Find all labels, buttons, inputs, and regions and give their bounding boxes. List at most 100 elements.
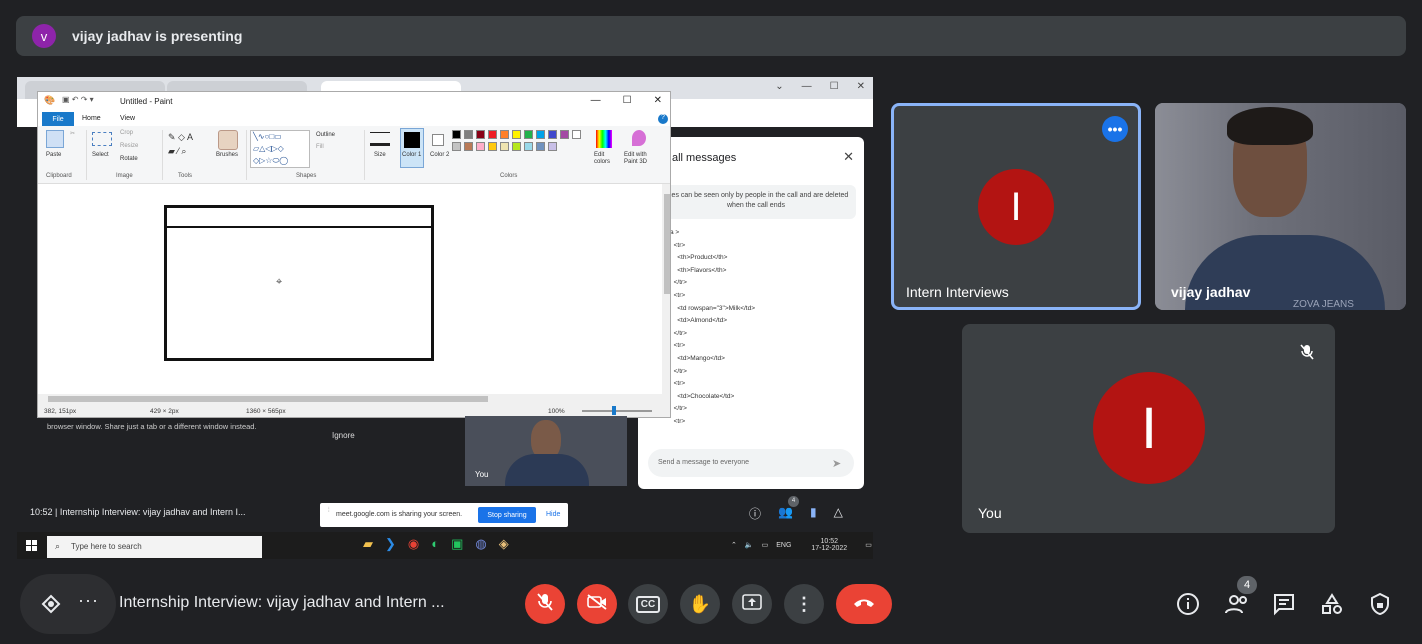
maximize-icon[interactable]: ☐ (830, 81, 839, 92)
volume-icon[interactable]: 🔈 (745, 541, 754, 549)
outline-button[interactable]: Outline (316, 132, 335, 138)
camera-toggle-button[interactable] (577, 584, 617, 624)
palette-swatch[interactable] (452, 130, 461, 139)
palette-swatch[interactable] (488, 130, 497, 139)
meeting-details-icon[interactable] (1176, 592, 1200, 621)
brushes-icon[interactable] (218, 130, 238, 150)
palette-swatch[interactable] (524, 142, 533, 151)
host-controls-icon[interactable] (1368, 592, 1392, 621)
palette-swatch[interactable] (452, 142, 461, 151)
chat-icon[interactable]: ▮ (810, 505, 817, 522)
stop-sharing-button[interactable]: Stop sharing (478, 507, 536, 523)
quick-access-icons[interactable]: ▣ ↶ ↷ ▾ (62, 95, 94, 104)
palette-swatch[interactable] (500, 142, 509, 151)
zoom-slider[interactable] (582, 410, 652, 412)
leave-call-button[interactable] (836, 584, 892, 624)
select-icon[interactable] (92, 132, 112, 146)
participant-tile-you[interactable]: I You (962, 324, 1335, 533)
palette-swatch[interactable] (476, 130, 485, 139)
palette-swatch[interactable] (548, 130, 557, 139)
size-icon[interactable] (370, 132, 390, 146)
palette-swatch[interactable] (488, 142, 497, 151)
palette-swatch[interactable] (464, 142, 473, 151)
more-options-icon[interactable]: ··· (78, 590, 99, 611)
more-options-button[interactable]: ⋮ (784, 584, 824, 624)
battery-icon[interactable]: ▭ (762, 541, 769, 549)
vscode-icon[interactable]: ❯ (385, 536, 396, 552)
color2-swatch[interactable] (432, 134, 444, 146)
captions-button[interactable]: CC (628, 584, 668, 624)
language-indicator[interactable]: ENG (776, 542, 791, 549)
windows-start-icon[interactable] (26, 540, 37, 551)
paint-taskbar-icon[interactable]: ◈ (499, 536, 509, 552)
close-icon[interactable]: ✕ (857, 81, 865, 92)
participant-tile-intern[interactable]: I ••• Intern Interviews (891, 103, 1141, 310)
palette-swatch[interactable] (500, 130, 509, 139)
palette-swatch[interactable] (476, 142, 485, 151)
hide-button[interactable]: Hide (546, 511, 560, 518)
edge-icon[interactable]: ◐ (431, 536, 439, 552)
send-icon[interactable]: ➤ (832, 457, 841, 470)
drag-handle-icon[interactable]: ⦙ (328, 507, 330, 515)
paint3d-icon[interactable] (632, 130, 646, 146)
crop-button[interactable]: Crop (120, 130, 133, 136)
chrome-icon[interactable]: ◉ (408, 536, 419, 552)
zoom-slider-thumb[interactable] (612, 406, 616, 415)
maximize-icon[interactable]: ☐ (623, 95, 632, 106)
paste-icon[interactable] (46, 130, 64, 148)
pycharm-icon[interactable]: ▣ (451, 536, 463, 552)
paint-window-controls[interactable]: — ☐ ✕ (591, 95, 662, 106)
cut-icon[interactable]: ✂ (70, 130, 75, 137)
vertical-scrollbar[interactable] (662, 184, 670, 394)
palette-swatch[interactable] (548, 142, 557, 151)
participant-tile-vijay[interactable]: ZOVA JEANS vijay jadhav (1155, 103, 1406, 310)
close-icon[interactable]: ✕ (654, 95, 662, 106)
menu-file[interactable]: File (42, 112, 74, 126)
tray-chevron-icon[interactable]: ⌃ (731, 541, 737, 549)
minimize-icon[interactable]: — (591, 95, 601, 106)
info-icon[interactable]: ⓘ (749, 505, 761, 522)
resize-button[interactable]: Resize (120, 143, 138, 149)
brushes-button[interactable]: Brushes (216, 152, 238, 158)
present-button[interactable] (732, 584, 772, 624)
edit-colors-icon[interactable] (596, 130, 612, 148)
help-icon[interactable]: ? (658, 114, 668, 124)
palette-swatch[interactable] (512, 142, 521, 151)
chat-icon[interactable] (1272, 592, 1296, 621)
chevron-down-icon[interactable]: ⌄ (775, 81, 783, 92)
notification-icon[interactable]: ▭ (865, 541, 872, 549)
close-icon[interactable]: ✕ (843, 149, 854, 165)
palette-swatch[interactable] (464, 130, 473, 139)
ignore-button[interactable]: Ignore (332, 431, 355, 440)
people-icon[interactable]: 👥 (778, 505, 793, 522)
palette-swatch[interactable] (560, 130, 569, 139)
people-icon[interactable] (1224, 592, 1250, 621)
size-button[interactable]: Size (374, 152, 386, 158)
activities-icon[interactable]: △ (834, 505, 843, 522)
paint-canvas[interactable]: ⌖ (38, 184, 666, 394)
palette-swatch[interactable] (512, 130, 521, 139)
more-options-icon[interactable]: ••• (1102, 116, 1128, 142)
palette-swatch[interactable] (536, 130, 545, 139)
mic-toggle-button[interactable] (525, 584, 565, 624)
file-explorer-icon[interactable]: ▰ (363, 536, 373, 552)
palette-swatch[interactable] (524, 130, 533, 139)
fill-button[interactable]: Fill (316, 144, 324, 150)
raise-hand-button[interactable]: ✋ (680, 584, 720, 624)
palette-swatch[interactable] (572, 130, 581, 139)
palette-swatch[interactable] (536, 142, 545, 151)
menu-view[interactable]: View (120, 115, 135, 122)
taskbar-search[interactable]: Type here to search (47, 536, 262, 558)
browser-window-controls[interactable]: ⌄ — ☐ ✕ (775, 81, 865, 92)
tools-icons-row2[interactable]: ▰ ⁄ ⌕ (168, 146, 186, 157)
select-button[interactable]: Select (92, 152, 109, 158)
shapes-gallery[interactable]: ╲∿○□▭ ▱△◁▷◇ ◇▷☆⬭◯ (250, 130, 310, 168)
rotate-button[interactable]: Rotate (120, 156, 138, 162)
clock[interactable]: 10:52 17-12-2022 (811, 538, 847, 552)
horizontal-scrollbar[interactable] (38, 394, 662, 404)
tools-icons[interactable]: ✎ ◇ A (168, 132, 193, 143)
menu-home[interactable]: Home (82, 115, 101, 122)
discord-icon[interactable]: ◍ (475, 536, 486, 552)
minimize-icon[interactable]: — (802, 81, 812, 92)
edit-colors-button[interactable]: Edit colors (594, 152, 616, 166)
